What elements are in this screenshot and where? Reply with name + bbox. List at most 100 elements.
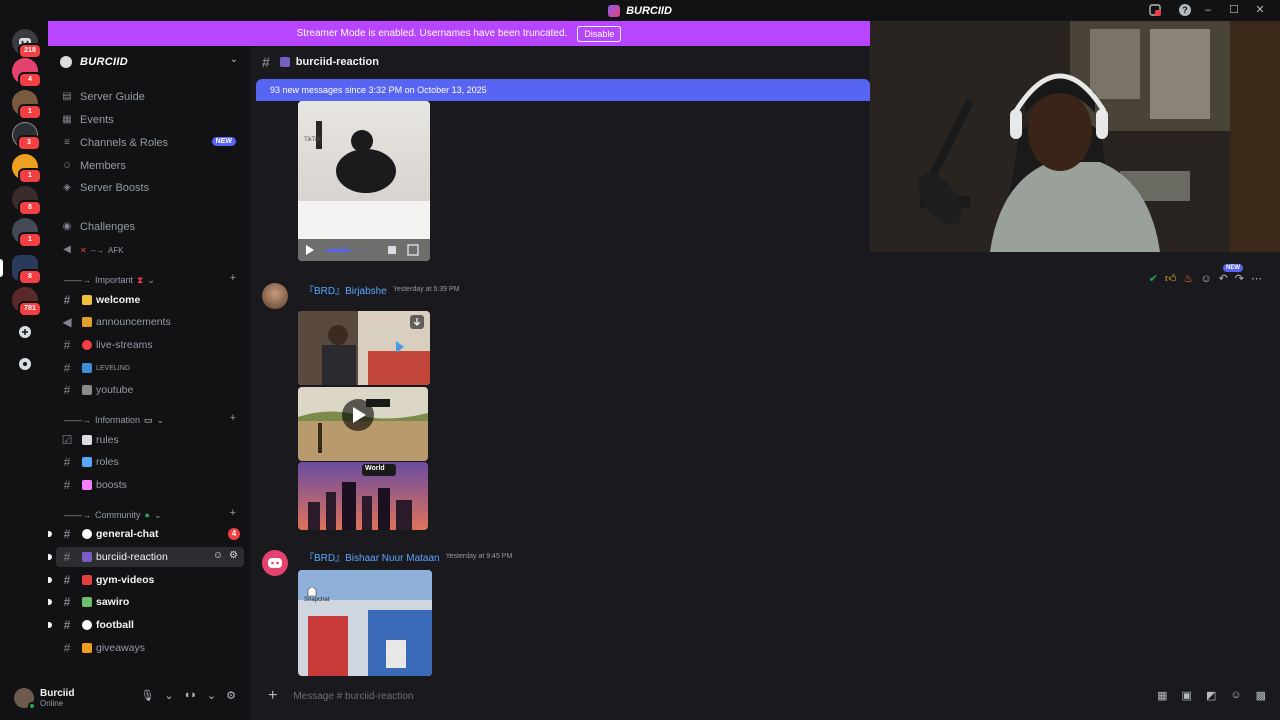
new-messages-bar[interactable]: 93 new messages since 3:32 PM on October… xyxy=(256,79,870,101)
sidebar-item-server-guide[interactable]: ▤ Server Guide xyxy=(56,87,244,107)
gift-icon[interactable]: ▦ xyxy=(1157,689,1167,702)
channel-general-chat[interactable]: # general-chat 4 xyxy=(48,524,244,544)
channel-welcome[interactable]: # welcome xyxy=(56,290,244,310)
hash-icon: # xyxy=(63,293,71,307)
sidebar-item-channels-roles[interactable]: ≡ Channels & Roles NEW xyxy=(56,133,244,153)
hash-icon: # xyxy=(63,641,71,655)
message-input[interactable]: Message # burciid-reaction xyxy=(293,691,413,702)
attach-plus-icon[interactable]: + xyxy=(268,687,277,705)
disable-streamer-mode-button[interactable]: Disable xyxy=(577,25,622,42)
add-channel-icon[interactable]: + xyxy=(230,507,236,519)
server-icon-active[interactable]: 8 xyxy=(12,255,42,285)
message-author[interactable]: 『BRD』Birjabshe Yesterday at 5:39 PM xyxy=(304,282,459,297)
image-attachment[interactable] xyxy=(298,311,430,385)
message-timestamp: Yesterday at 9:45 PM xyxy=(445,553,513,560)
sticker-icon[interactable]: ◩ xyxy=(1206,689,1216,702)
more-options-icon[interactable]: ⋯ xyxy=(1251,272,1262,285)
voice-channel-afk[interactable]: ◀ ✕ --→ AFK xyxy=(56,240,244,260)
server-icon[interactable]: 1 xyxy=(12,218,42,248)
add-reaction-icon[interactable]: ☺ xyxy=(1200,273,1211,285)
red-circle-emoji-icon xyxy=(82,340,92,350)
video-attachment[interactable] xyxy=(298,570,432,676)
maximize-button[interactable]: ☐ xyxy=(1228,3,1240,16)
category-arrow: ——→ xyxy=(64,415,91,425)
chevron-down-icon: ⌄ xyxy=(156,414,165,425)
image-attachment[interactable] xyxy=(298,462,428,530)
gif-icon[interactable]: ▣ xyxy=(1182,689,1192,702)
hash-icon: # xyxy=(63,527,71,541)
message-author[interactable]: 『BRD』Bishaar Nuur Mataan Yesterday at 9:… xyxy=(304,549,512,564)
sidebar-item-server-boosts[interactable]: ◈ Server Boosts xyxy=(56,178,244,198)
app-title: BURCIID xyxy=(608,4,672,17)
compass-icon xyxy=(19,358,31,370)
channel-live-streams[interactable]: # live-streams xyxy=(56,335,244,355)
add-channel-icon[interactable]: + xyxy=(230,412,236,424)
server-icon[interactable]: 8 xyxy=(12,186,42,216)
add-server-button[interactable] xyxy=(12,319,38,345)
reaction-emoji-icon xyxy=(279,57,290,67)
apps-icon[interactable]: ▩ xyxy=(1256,689,1266,702)
check-reaction-icon[interactable]: ✔ xyxy=(1149,272,1158,285)
server-icon[interactable]: 781 xyxy=(12,287,42,317)
video-attachment[interactable] xyxy=(298,387,428,461)
chevron-down-icon[interactable]: ⌄ xyxy=(207,689,216,702)
server-icon[interactable]: 1 xyxy=(12,154,42,184)
emoji-icon[interactable]: ☺ xyxy=(1230,689,1241,702)
sidebar-item-label: Challenges xyxy=(80,221,136,233)
sidebar-item-members[interactable]: ☺ Members xyxy=(56,156,244,176)
channel-sawiro[interactable]: # sawiro xyxy=(48,592,244,612)
avatar[interactable] xyxy=(262,283,288,309)
channel-youtube[interactable]: # youtube xyxy=(56,380,244,400)
microphone-icon[interactable]: 🎙︎ xyxy=(140,689,154,702)
channel-football[interactable]: # football xyxy=(48,615,244,635)
channel-boosts[interactable]: # boosts xyxy=(56,475,244,495)
channel-burciid-reaction[interactable]: # burciid-reaction ☺ ⚙ xyxy=(48,547,244,567)
channel-gym-videos[interactable]: # gym-videos xyxy=(48,570,244,590)
fire-reaction-icon[interactable]: ♨ xyxy=(1183,272,1193,285)
category-information[interactable]: ——→ Information ▭ ⌄ + xyxy=(62,412,242,427)
channel-rules[interactable]: ☑ rules xyxy=(56,430,244,450)
help-icon[interactable]: ? xyxy=(1178,3,1192,17)
category-community[interactable]: ——→ Community ● ⌄ + xyxy=(62,507,242,522)
anchor-emoji-icon xyxy=(82,457,92,467)
avatar[interactable] xyxy=(262,550,288,576)
sidebar-item-events[interactable]: ▦ Events xyxy=(56,110,244,130)
sidebar-item-challenges[interactable]: ◉ Challenges xyxy=(56,217,244,237)
message-composer: + Message # burciid-reaction ▦ ▣ ◩ ☺ ▩ xyxy=(256,679,1276,713)
discord-logo-icon xyxy=(268,558,282,568)
channel-header: # burciid-reaction xyxy=(250,51,870,73)
settings-gear-icon[interactable]: ⚙ xyxy=(226,689,236,702)
category-important[interactable]: ——→ Important ⧗ ⌄ + xyxy=(62,272,242,287)
discover-button[interactable] xyxy=(12,351,38,377)
video-attachment[interactable]: TikTok xyxy=(298,101,430,261)
server-header[interactable]: BURCIID ⌄ xyxy=(48,51,250,73)
channel-roles[interactable]: # roles xyxy=(56,452,244,472)
invite-icon[interactable]: ☺ xyxy=(213,550,223,561)
reply-icon[interactable]: ↶ xyxy=(1219,272,1228,285)
channel-label: giveaways xyxy=(96,642,146,654)
minimize-button[interactable]: – xyxy=(1202,4,1214,16)
media-caption: World xyxy=(365,465,385,472)
channel-leveling[interactable]: # LEVELING xyxy=(56,358,244,378)
server-icon[interactable]: 4 xyxy=(12,58,42,88)
close-button[interactable]: ✕ xyxy=(1254,3,1266,16)
headphones-icon[interactable]: ◖◗ xyxy=(184,689,197,702)
channel-label: football xyxy=(96,619,134,631)
channel-announcements[interactable]: ◀ announcements xyxy=(56,312,244,332)
user-panel: Burciid Online 🎙︎ ⌄ ◖◗ ⌄ ⚙ xyxy=(0,676,250,720)
avatar[interactable] xyxy=(14,688,36,710)
add-channel-icon[interactable]: + xyxy=(230,272,236,284)
direct-messages-button[interactable]: 218 xyxy=(12,29,42,59)
channel-sidebar: BURCIID ⌄ ▤ Server Guide ▦ Events ≡ Channel… xyxy=(48,21,250,675)
user-info[interactable]: Burciid Online xyxy=(40,688,74,708)
sidebar-item-label: Server Boosts xyxy=(80,182,150,194)
thumbs-up-reaction-icon[interactable]: 👍︎ xyxy=(1165,272,1177,285)
forward-icon[interactable]: ↷ xyxy=(1235,272,1244,285)
server-icon[interactable]: 3 xyxy=(12,122,41,151)
settings-gear-icon[interactable]: ⚙ xyxy=(229,550,238,561)
chevron-down-icon[interactable]: ⌄ xyxy=(164,689,173,702)
server-icon[interactable]: 1 xyxy=(12,90,42,120)
channel-giveaways[interactable]: # giveaways xyxy=(56,638,244,658)
dumbbell-emoji-icon xyxy=(82,575,92,585)
inbox-icon[interactable] xyxy=(1148,3,1162,17)
